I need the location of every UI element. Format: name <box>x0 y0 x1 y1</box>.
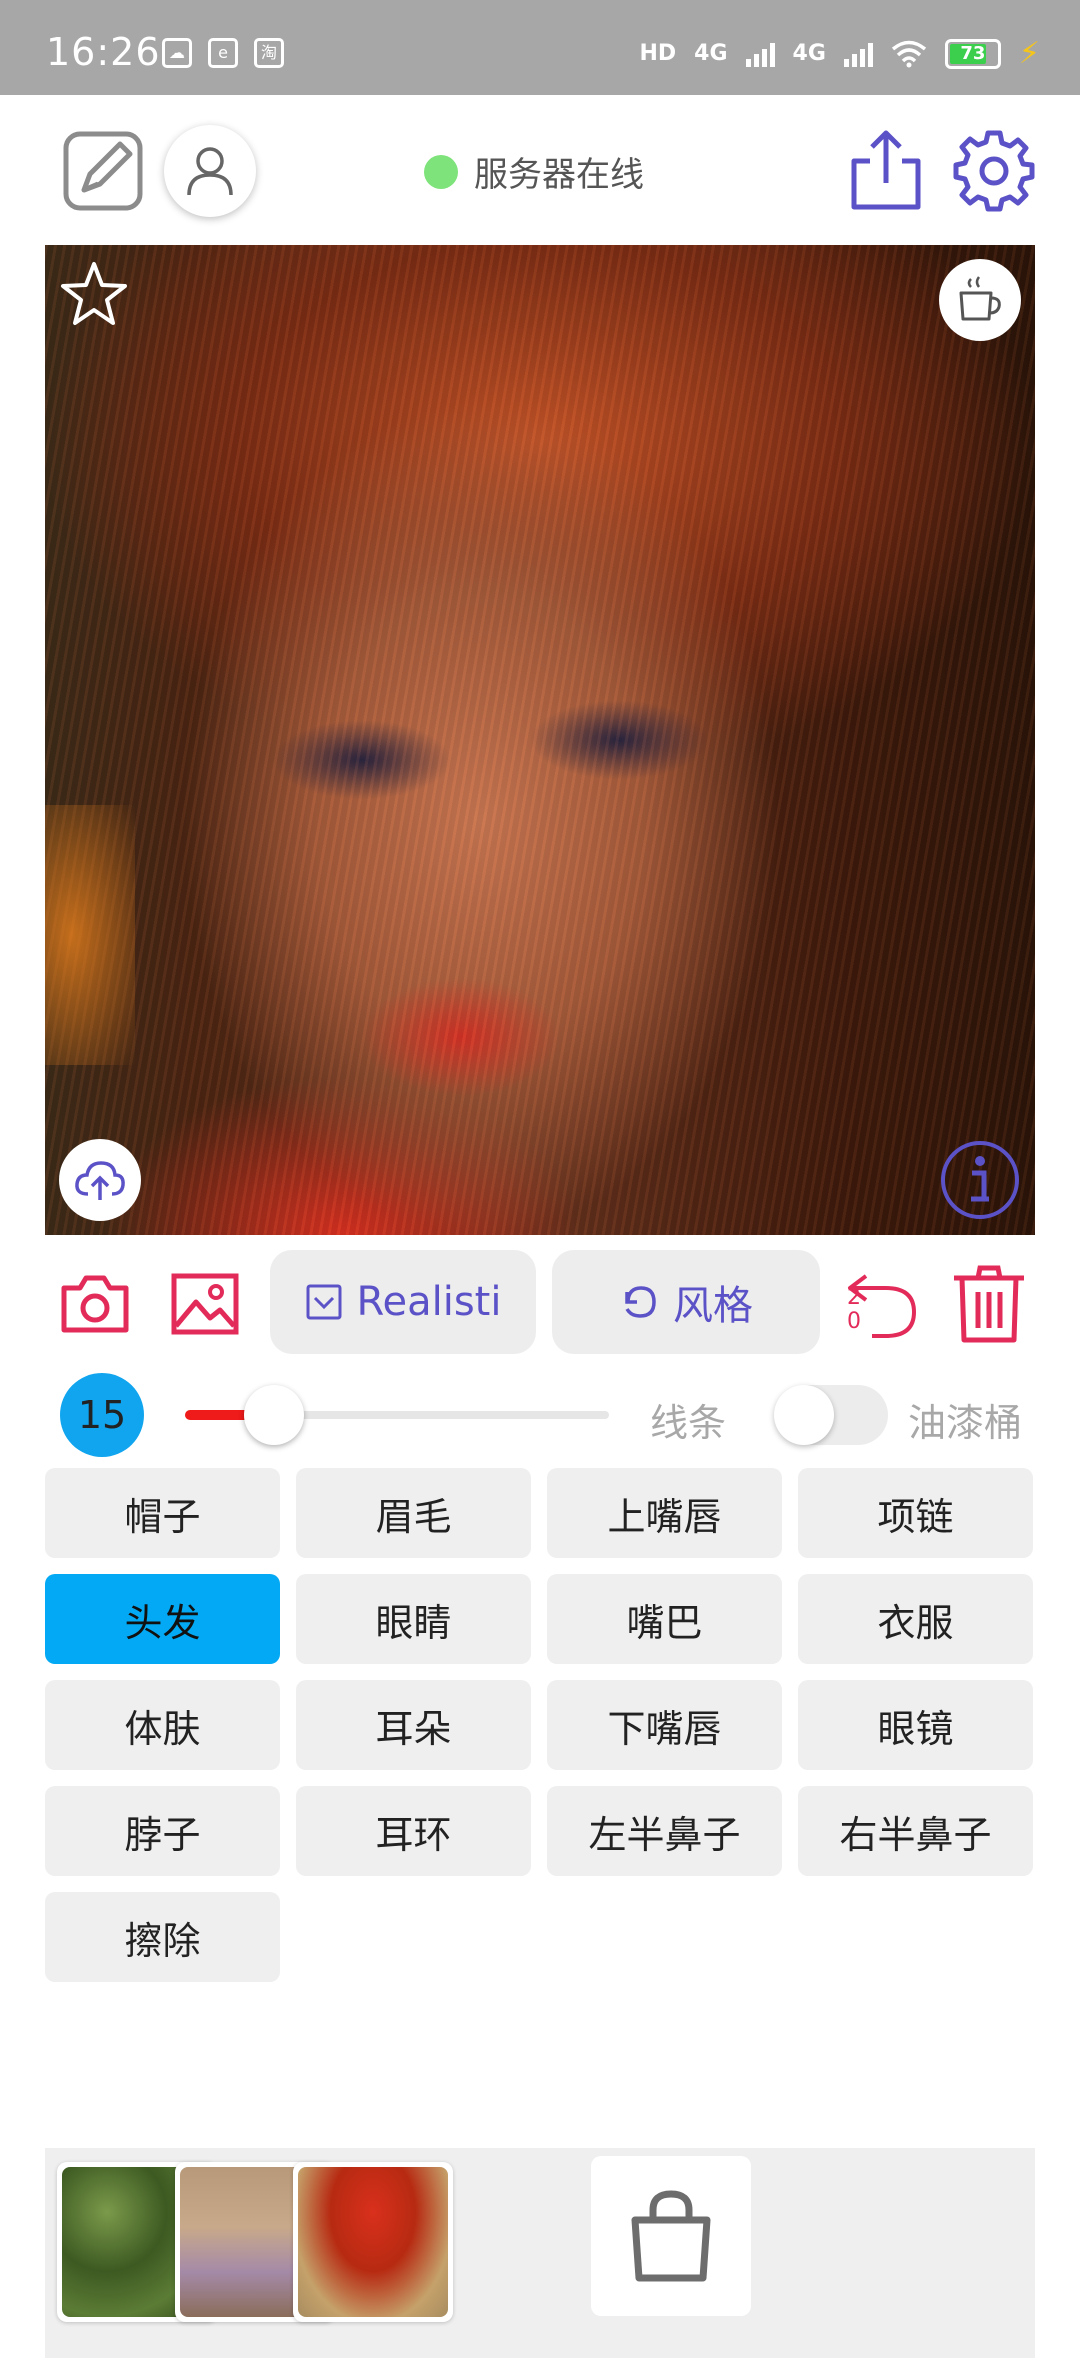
gear-icon[interactable] <box>952 129 1036 213</box>
part-button[interactable]: 帽子 <box>45 1468 280 1558</box>
signal-icon-2 <box>843 41 873 67</box>
favorite-star-icon[interactable] <box>59 259 129 329</box>
network-label-1: 4G <box>694 41 728 66</box>
face-part-grid: 帽子 眉毛 上嘴唇 项链头发 眼睛 嘴巴 衣服体肤 耳朵 下嘴唇 眼镜脖子 耳环 左半鼻子 右半鼻子擦除 <box>45 1468 1035 1982</box>
cloud-app-icon: ☁ <box>162 38 192 68</box>
status-indicators: HD 4G 4G 73 ⚡ <box>639 36 1040 71</box>
server-status-label: 服务器在线 <box>474 155 644 195</box>
brush-size-slider-thumb[interactable] <box>244 1385 304 1445</box>
app-header: 服务器在线 <box>0 95 1080 245</box>
lines-mode-label: 线条 <box>650 1401 727 1445</box>
part-button[interactable]: 衣服 <box>798 1574 1033 1664</box>
edited-photo-canvas[interactable] <box>45 245 1035 1235</box>
user-avatar-button[interactable] <box>164 125 256 217</box>
part-button[interactable]: 嘴巴 <box>547 1574 782 1664</box>
info-icon[interactable] <box>939 1139 1021 1221</box>
background-glow <box>45 805 135 1065</box>
style-model-label: Realisti <box>356 1279 502 1325</box>
history-strip <box>45 2148 1035 2358</box>
paint-bucket-toggle[interactable] <box>774 1385 888 1445</box>
part-button[interactable]: 右半鼻子 <box>798 1786 1033 1876</box>
part-button[interactable]: 左半鼻子 <box>547 1786 782 1876</box>
charging-icon: ⚡ <box>1018 36 1040 71</box>
dropdown-box-icon <box>306 1284 341 1320</box>
server-status-dot <box>424 154 458 189</box>
part-button[interactable]: 头发 <box>45 1574 280 1664</box>
taobao-glyph: 淘 <box>260 43 277 62</box>
server-status: 服务器在线 <box>424 147 644 196</box>
part-button[interactable]: 耳环 <box>296 1786 531 1876</box>
part-button[interactable]: 上嘴唇 <box>547 1468 782 1558</box>
shopping-bag-icon <box>631 2190 711 2282</box>
thumbnail-image <box>298 2167 448 2317</box>
shop-bag-button[interactable] <box>591 2156 751 2316</box>
coffee-cup-icon <box>959 276 1001 321</box>
part-button[interactable]: 项链 <box>798 1468 1033 1558</box>
network-label-2: 4G <box>792 41 826 66</box>
style-button-label: 风格 <box>673 1283 753 1329</box>
trash-icon[interactable] <box>950 1264 1028 1346</box>
style-model-select[interactable]: Realisti <box>270 1250 536 1354</box>
refresh-icon <box>625 1286 656 1318</box>
hd-indicator: HD <box>639 41 677 66</box>
status-bar: 16:26 ☁ e 淘 HD 4G 4G 73 ⚡ <box>0 0 1080 95</box>
undo-count: 2 0 <box>844 1285 864 1334</box>
upload-cloud-button[interactable] <box>59 1139 141 1221</box>
paint-bucket-label: 油漆桶 <box>908 1401 1023 1445</box>
part-button[interactable]: 眼镜 <box>798 1680 1033 1770</box>
part-button[interactable]: 擦除 <box>45 1892 280 1982</box>
brush-controls: 15 线条 油漆桶 <box>0 1370 1080 1460</box>
undo-count-bottom: 0 <box>847 1309 861 1334</box>
toggle-knob <box>774 1385 834 1445</box>
undo-button[interactable]: 2 0 <box>842 1266 922 1346</box>
hair-texture <box>45 245 1035 1235</box>
style-button[interactable]: 风格 <box>552 1250 820 1354</box>
brush-size-badge: 15 <box>60 1373 144 1457</box>
e-app-icon: e <box>208 38 238 68</box>
edit-toolbar: Realisti 风格 2 0 <box>0 1250 1080 1355</box>
status-time: 16:26 <box>46 30 161 74</box>
cloud-upload-icon <box>75 1161 125 1200</box>
gallery-icon[interactable] <box>170 1272 240 1336</box>
part-button[interactable]: 耳朵 <box>296 1680 531 1770</box>
coffee-button[interactable] <box>939 259 1021 341</box>
camera-icon[interactable] <box>60 1272 130 1336</box>
part-button[interactable]: 眼睛 <box>296 1574 531 1664</box>
edit-icon[interactable] <box>62 130 144 212</box>
battery-icon: 73 <box>944 38 1001 69</box>
part-button[interactable]: 体肤 <box>45 1680 280 1770</box>
wifi-icon <box>891 40 927 67</box>
part-button[interactable]: 下嘴唇 <box>547 1680 782 1770</box>
share-icon[interactable] <box>846 127 926 213</box>
user-icon <box>187 147 233 196</box>
signal-icon-1 <box>745 41 775 67</box>
part-button[interactable]: 眉毛 <box>296 1468 531 1558</box>
history-thumbnail[interactable] <box>293 2162 453 2322</box>
part-button[interactable]: 脖子 <box>45 1786 280 1876</box>
taobao-icon: 淘 <box>254 38 284 68</box>
battery-level: 73 <box>960 42 986 64</box>
undo-count-top: 2 <box>847 1285 861 1310</box>
